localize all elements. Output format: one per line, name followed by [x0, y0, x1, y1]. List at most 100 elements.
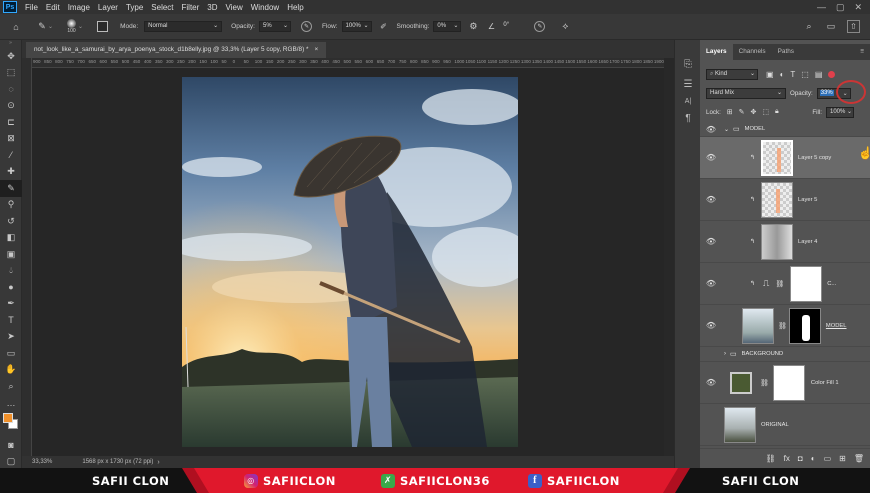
type-tool-icon[interactable]: T [0, 312, 22, 329]
angle-icon[interactable]: ∠ [485, 21, 497, 33]
mode-select[interactable]: Normal ⌄ [144, 21, 223, 32]
symmetry-icon[interactable]: ⟡ [559, 21, 571, 33]
dodge-tool-icon[interactable]: ● [0, 279, 22, 296]
move-tool-icon[interactable]: ✥ [0, 48, 22, 65]
delete-layer-icon[interactable]: 🗑︎ [854, 454, 864, 463]
mask-link-icon[interactable]: ⛓︎ [760, 379, 769, 387]
more-tools-icon[interactable]: … [0, 395, 22, 412]
menu-help[interactable]: Help [283, 3, 307, 12]
brush-settings-icon[interactable] [97, 21, 109, 32]
history-panel-icon[interactable]: ⎘ [675, 54, 701, 74]
layer-row-selected[interactable]: 👁︎ ↰ Layer 5 copy [700, 137, 870, 179]
toolbar-collapse-icon[interactable]: » [0, 40, 21, 48]
tab-channels[interactable]: Channels [733, 44, 772, 60]
tab-layers[interactable]: Layers [700, 44, 733, 60]
new-layer-icon[interactable]: ⊞ [839, 454, 846, 463]
home-icon[interactable]: ⌂ [10, 21, 22, 33]
new-group-icon[interactable]: ▭ [824, 454, 832, 463]
menu-3d[interactable]: 3D [203, 3, 221, 12]
menu-image[interactable]: Image [64, 3, 94, 12]
lock-all-icon[interactable]: 🔒︎ [775, 108, 779, 116]
fill-field[interactable]: 100% ⌄ [826, 106, 854, 118]
hand-tool-icon[interactable]: ✋ [0, 362, 22, 379]
group-collapse-chevron-icon[interactable]: › [724, 351, 726, 357]
rectangle-tool-icon[interactable]: ▭ [0, 345, 22, 362]
eraser-tool-icon[interactable]: ◧ [0, 230, 22, 247]
quick-select-tool-icon[interactable]: ⊙ [0, 98, 22, 115]
crop-tool-icon[interactable]: ⊏ [0, 114, 22, 131]
filter-type-icon[interactable]: T [790, 70, 795, 79]
menu-type[interactable]: Type [122, 3, 147, 12]
brush-chevron-icon[interactable]: ⌄ [78, 23, 83, 30]
character-panel-icon[interactable]: A| [675, 94, 701, 108]
visibility-eye-icon[interactable]: 👁︎ [700, 321, 722, 330]
mask-link-icon[interactable]: ⛓︎ [775, 280, 784, 288]
search-icon[interactable]: ⌕ [803, 21, 815, 33]
clone-stamp-tool-icon[interactable]: ⚲ [0, 197, 22, 214]
eyedropper-tool-icon[interactable]: ⁄ [0, 147, 22, 164]
menu-select[interactable]: Select [147, 3, 177, 12]
filter-pixel-icon[interactable]: ▣ [766, 70, 774, 79]
lock-position-icon[interactable]: ✥ [751, 108, 757, 116]
layer-group-model[interactable]: 👁︎ ⌄ ▭ MODEL [700, 122, 870, 137]
group-expand-chevron-icon[interactable]: ⌄ [724, 126, 729, 133]
layer-row[interactable]: 👁︎ ↰ Layer 4 [700, 221, 870, 263]
mask-link-icon[interactable]: ⛓︎ [778, 322, 787, 330]
smoothing-field[interactable]: 0% ⌄ [433, 21, 462, 32]
layer-style-icon[interactable]: fx [784, 454, 790, 463]
menu-edit[interactable]: Edit [42, 3, 64, 12]
visibility-eye-icon[interactable]: 👁︎ [700, 153, 722, 162]
lock-artboard-icon[interactable]: ⬚ [762, 108, 769, 116]
path-select-tool-icon[interactable]: ➤ [0, 329, 22, 346]
frame-tool-icon[interactable]: ⊠ [0, 131, 22, 148]
filter-adjustment-icon[interactable]: ◐ [780, 70, 785, 79]
pen-tool-icon[interactable]: ✒ [0, 296, 22, 313]
menu-window[interactable]: Window [247, 3, 283, 12]
visibility-eye-icon[interactable]: 👁︎ [700, 378, 722, 387]
zoom-tool-icon[interactable]: ⌕ [0, 378, 22, 395]
visibility-eye-icon[interactable]: 👁︎ [700, 125, 722, 134]
share-icon[interactable]: ⇧ [847, 20, 860, 33]
layer-row-adjustment[interactable]: 👁︎ ↰ ⎍ ⛓︎ C... [700, 263, 870, 305]
airbrush-icon[interactable]: ✐ [378, 21, 390, 33]
document-tab[interactable]: not_look_like_a_samurai_by_arya_poenya_s… [26, 42, 327, 58]
history-brush-tool-icon[interactable]: ↺ [0, 213, 22, 230]
close-tab-icon[interactable]: × [314, 42, 318, 58]
visibility-eye-hidden-icon[interactable]: · [700, 420, 722, 429]
blend-mode-select[interactable]: Hard Mix ⌄ [706, 87, 786, 99]
menu-layer[interactable]: Layer [94, 3, 122, 12]
pressure-size-icon[interactable]: ✎ [534, 21, 546, 32]
brush-preset-picker[interactable]: 100 [67, 19, 77, 34]
layer-row-fill[interactable]: 👁︎ ⛓︎ Color Fill 1 [700, 362, 870, 404]
layer-row[interactable]: 👁︎ ↰ Layer 5 [700, 179, 870, 221]
filter-toggle-icon[interactable] [828, 70, 836, 78]
filter-smart-object-icon[interactable]: ▤ [815, 70, 823, 79]
visibility-eye-icon[interactable]: 👁︎ [700, 237, 722, 246]
blur-tool-icon[interactable]: 💧︎ [0, 263, 22, 280]
paragraph-panel-icon[interactable]: ¶ [675, 108, 701, 128]
brush-tool-selected-icon[interactable]: ✎ [0, 180, 22, 197]
smoothing-gear-icon[interactable]: ⚙ [467, 21, 479, 33]
filter-shape-icon[interactable]: ⬚ [801, 70, 809, 79]
canvas-image[interactable] [182, 77, 518, 447]
lock-transparent-icon[interactable]: ⊞ [727, 108, 733, 116]
menu-view[interactable]: View [222, 3, 247, 12]
healing-brush-tool-icon[interactable]: ✚ [0, 164, 22, 181]
tab-paths[interactable]: Paths [772, 44, 800, 60]
tool-preset-chevron-icon[interactable]: ⌄ [48, 23, 53, 30]
gradient-tool-icon[interactable]: ▣ [0, 246, 22, 263]
maximize-icon[interactable]: ▢ [836, 2, 845, 13]
flow-field[interactable]: 100% ⌄ [341, 21, 372, 32]
zoom-level[interactable]: 33,33% [32, 459, 52, 465]
panel-menu-icon[interactable]: ≡ [860, 44, 870, 60]
brush-tool-icon[interactable]: ✎ [36, 21, 48, 33]
visibility-eye-icon[interactable]: 👁︎ [700, 195, 722, 204]
properties-panel-icon[interactable]: ☰ [675, 74, 701, 94]
layer-group-background[interactable]: · › ▭ BACKGROUND [700, 347, 870, 362]
marquee-tool-icon[interactable]: ⬚ [0, 65, 22, 82]
workspace-icon[interactable]: ▭ [825, 21, 837, 33]
add-mask-icon[interactable]: ◘ [798, 454, 803, 463]
lock-pixels-icon[interactable]: ✎ [739, 108, 745, 116]
quick-mask-icon[interactable]: ◙ [0, 437, 22, 454]
layer-row-model[interactable]: 👁︎ ⛓︎ MODEL [700, 305, 870, 347]
